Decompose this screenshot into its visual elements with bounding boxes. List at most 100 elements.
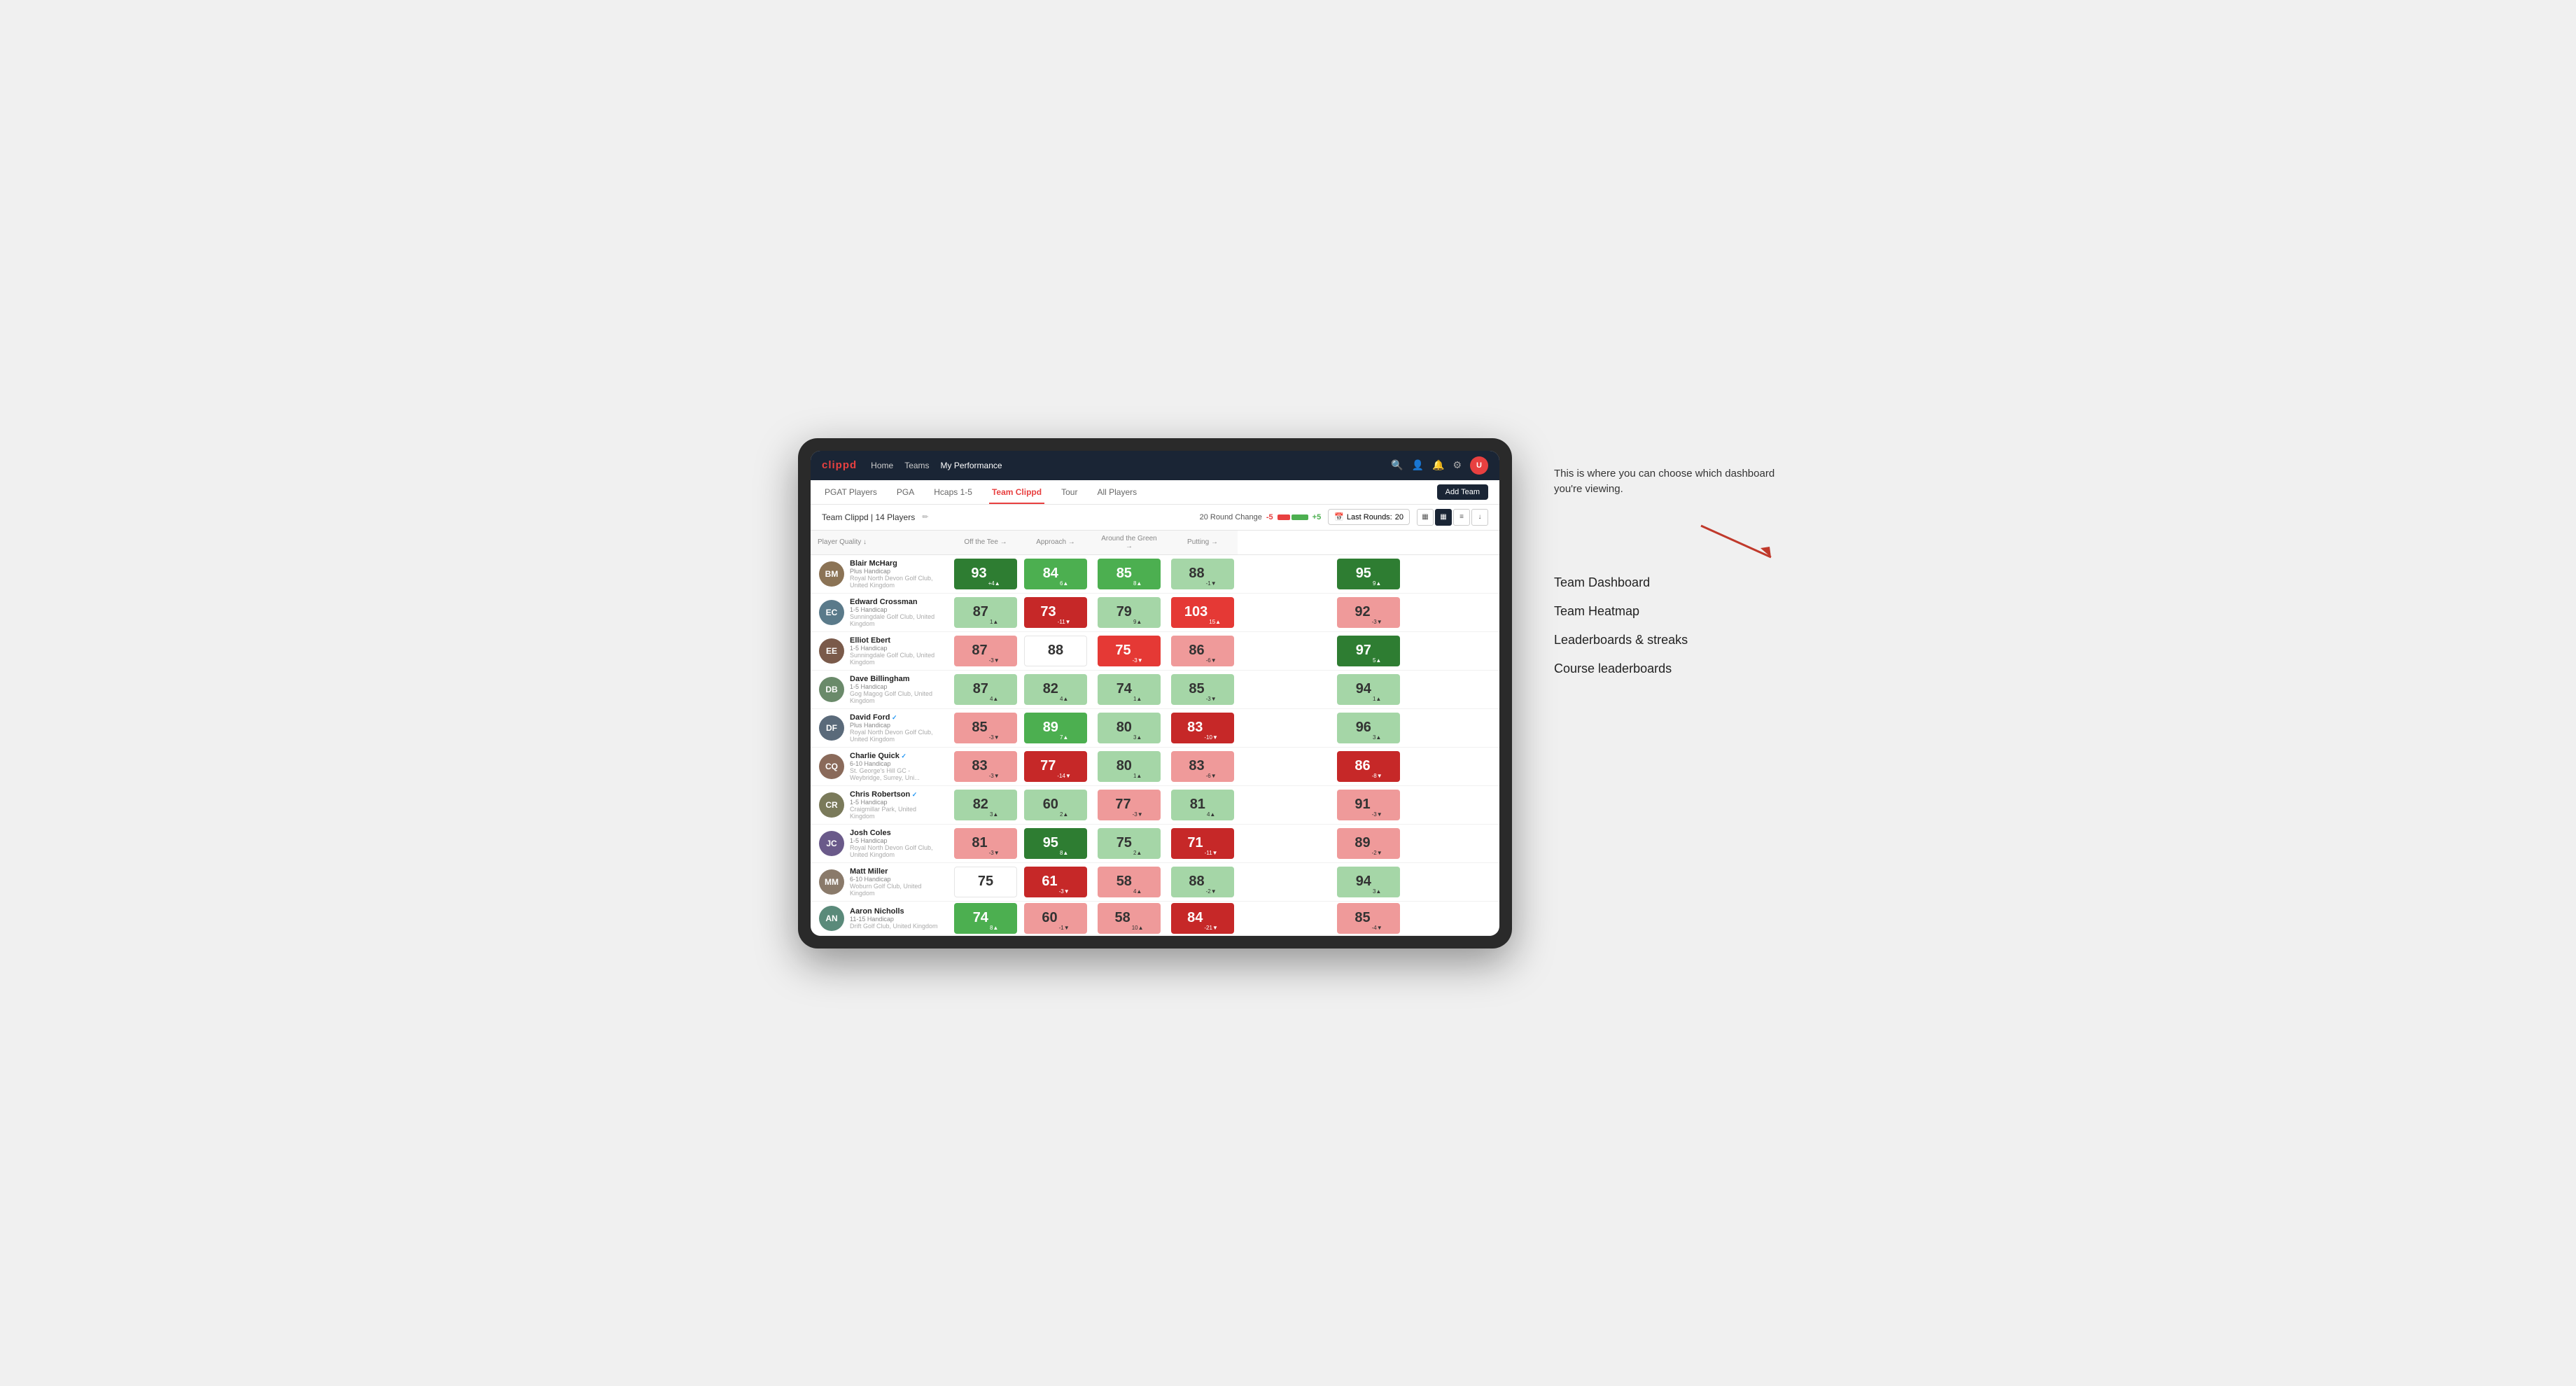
tab-hcaps[interactable]: Hcaps 1-5 [931,480,975,504]
dashboard-option-item[interactable]: Course leaderboards [1554,662,1778,676]
score-box: 846▲ [1024,559,1087,589]
table-row: EEElliot Ebert1-5 HandicapSunningdale Go… [811,631,1499,670]
profile-icon[interactable]: 👤 [1412,459,1424,471]
score-value: 85 [1116,566,1132,582]
user-avatar[interactable]: U [1470,456,1488,475]
score-cell-3: 84-21▼ [1168,901,1238,935]
dashboard-option-item[interactable]: Team Dashboard [1554,575,1778,590]
score-change: -3▼ [1206,696,1217,705]
score-cell-1: 88 [1021,631,1091,670]
score-value: 85 [972,720,987,736]
player-cell[interactable]: CRChris Robertson ✓1-5 HandicapCraigmill… [811,785,951,824]
col-off-tee[interactable]: Off the Tee → [951,531,1021,555]
score-cell-3: 88-1▼ [1168,554,1238,593]
score-cell-0: 85-3▼ [951,708,1021,747]
tab-pga[interactable]: PGA [894,480,917,504]
heatmap-view-button[interactable]: ▦ [1435,509,1452,526]
col-around-green[interactable]: Around the Green → [1091,531,1168,555]
score-cell-1: 846▲ [1021,554,1091,593]
score-box: 823▲ [954,790,1017,820]
player-name: Josh Coles [850,829,942,837]
score-cell-4: 941▲ [1238,670,1499,708]
score-value: 103 [1184,604,1208,620]
score-box: 10315▲ [1171,597,1234,628]
tab-tour[interactable]: Tour [1058,480,1080,504]
score-cell-3: 88-2▼ [1168,862,1238,901]
add-team-button[interactable]: Add Team [1437,484,1488,500]
grid-view-button[interactable]: ▦ [1417,509,1434,526]
score-box: 5810▲ [1098,903,1161,934]
nav-my-performance[interactable]: My Performance [941,461,1002,470]
score-value: 58 [1116,874,1132,890]
player-cell[interactable]: BMBlair McHargPlus HandicapRoyal North D… [811,554,951,593]
player-club: Sunningdale Golf Club, United Kingdom [850,613,942,627]
score-value: 60 [1043,797,1058,813]
score-box: 741▲ [1098,674,1161,705]
dashboard-options: Team Dashboard Team Heatmap Leaderboards &… [1554,575,1778,676]
col-approach[interactable]: Approach → [1021,531,1091,555]
score-change: -11▼ [1058,619,1071,628]
col-player-quality[interactable]: Player Quality ↓ [811,531,951,555]
player-cell[interactable]: ECEdward Crossman1-5 HandicapSunningdale… [811,593,951,631]
score-cell-2: 77-3▼ [1091,785,1168,824]
score-cell-0: 748▲ [951,901,1021,935]
score-box: 799▲ [1098,597,1161,628]
score-value: 91 [1354,797,1370,813]
score-box: 85-3▼ [954,713,1017,743]
player-cell[interactable]: ANAaron Nicholls11-15 HandicapDrift Golf… [811,901,951,935]
bell-icon[interactable]: 🔔 [1432,459,1444,471]
score-change: 3▲ [1133,734,1142,743]
score-box: 92-3▼ [1337,597,1400,628]
player-cell[interactable]: DFDavid Ford ✓Plus HandicapRoyal North D… [811,708,951,747]
tab-pgat-players[interactable]: PGAT Players [822,480,880,504]
score-change: -14▼ [1057,773,1070,782]
toolbar: Team Clippd | 14 Players ✏ 20 Round Chan… [811,505,1499,531]
player-club: Gog Magog Golf Club, United Kingdom [850,690,942,704]
score-value: 81 [972,835,987,851]
edit-icon[interactable]: ✏ [922,512,928,522]
player-club: Drift Golf Club, United Kingdom [850,923,938,930]
player-name: Aaron Nicholls [850,907,938,916]
nav-home[interactable]: Home [871,461,893,470]
player-cell[interactable]: EEElliot Ebert1-5 HandicapSunningdale Go… [811,631,951,670]
score-value: 75 [1115,643,1130,659]
search-icon[interactable]: 🔍 [1391,459,1403,471]
score-box: 871▲ [954,597,1017,628]
nav-teams[interactable]: Teams [904,461,929,470]
score-change: -3▼ [1133,657,1143,666]
settings-icon[interactable]: ⚙ [1452,459,1462,471]
player-cell[interactable]: JCJosh Coles1-5 HandicapRoyal North Devo… [811,824,951,862]
score-box: 963▲ [1337,713,1400,743]
score-box: 83-10▼ [1171,713,1234,743]
score-change: -11▼ [1205,850,1218,859]
score-cell-3: 85-3▼ [1168,670,1238,708]
score-cell-0: 93+4▲ [951,554,1021,593]
score-change: 4▲ [1207,811,1215,820]
score-change: -3▼ [1372,619,1382,628]
calendar-icon: 📅 [1334,512,1344,522]
player-cell[interactable]: CQCharlie Quick ✓6-10 HandicapSt. George… [811,747,951,785]
tab-team-clippd[interactable]: Team Clippd [989,480,1044,504]
player-cell[interactable]: MMMatt Miller6-10 HandicapWoburn Golf Cl… [811,862,951,901]
player-handicap: 11-15 Handicap [850,916,938,923]
last-rounds-button[interactable]: 📅 Last Rounds: 20 [1328,509,1410,525]
player-handicap: 1-5 Handicap [850,606,942,613]
score-change: -3▼ [1372,811,1382,820]
player-cell[interactable]: DBDave Billingham1-5 HandicapGog Magog G… [811,670,951,708]
tab-all-players[interactable]: All Players [1094,480,1140,504]
col-putting[interactable]: Putting → [1168,531,1238,555]
list-view-button[interactable]: ≡ [1453,509,1470,526]
score-change: -21▼ [1204,925,1217,934]
score-box: 75 [954,867,1017,897]
download-button[interactable]: ↓ [1471,509,1488,526]
score-cell-1: 602▲ [1021,785,1091,824]
dashboard-option-item[interactable]: Team Heatmap [1554,604,1778,619]
player-name: Matt Miller [850,867,942,876]
score-value: 83 [1187,720,1203,736]
score-value: 97 [1356,643,1371,659]
dashboard-option-item[interactable]: Leaderboards & streaks [1554,633,1778,648]
tab-actions: Add Team [1437,484,1488,500]
score-cell-0: 871▲ [951,593,1021,631]
score-box: 86-8▼ [1337,751,1400,782]
score-value: 95 [1043,835,1058,851]
